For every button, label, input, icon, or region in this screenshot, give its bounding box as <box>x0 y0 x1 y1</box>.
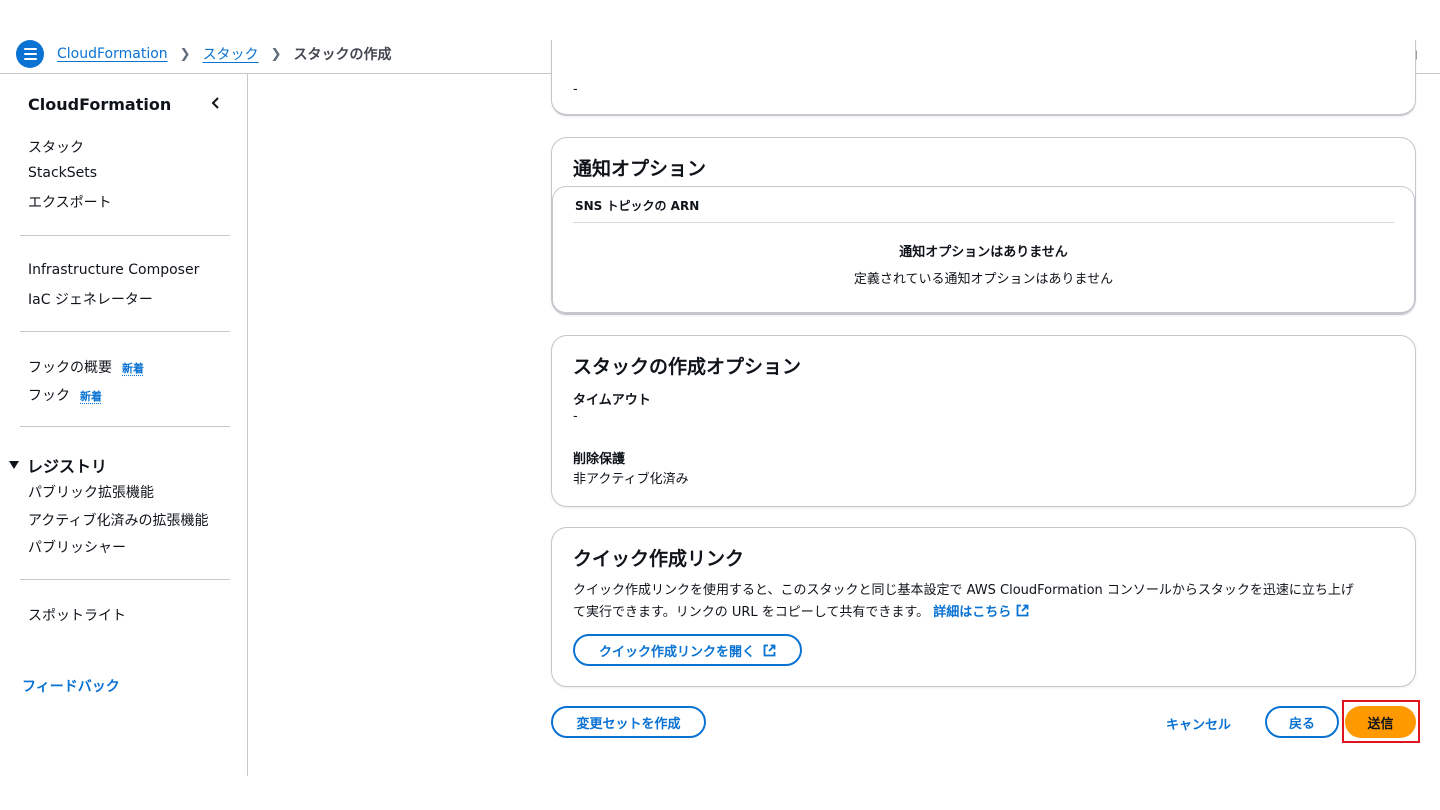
cancel-button[interactable]: キャンセル <box>1166 714 1231 733</box>
section-title: 通知オプション <box>573 158 707 180</box>
menu-icon[interactable] <box>16 40 44 68</box>
empty-state-title: 通知オプションはありません <box>899 245 1068 260</box>
sidebar-item-spotlight[interactable]: スポットライト <box>28 605 126 625</box>
breadcrumb-stacks[interactable]: スタック <box>203 44 259 64</box>
description-line: て実行できます。リンクの URL をコピーして共有できます。 詳細はこちら <box>573 602 1398 624</box>
field-label: 削除保護 <box>573 452 626 467</box>
sidebar-item-activated-extensions[interactable]: アクティブ化済みの拡張機能 <box>28 510 208 530</box>
divider <box>20 331 230 332</box>
divider <box>573 222 1394 223</box>
sidebar-title[interactable]: CloudFormation <box>28 95 171 114</box>
section-title: スタックの作成オプション <box>573 356 802 378</box>
sidebar-item-hooks-overview[interactable]: フックの概要 新着 <box>28 357 144 377</box>
section-title: クイック作成リンク <box>573 548 745 570</box>
side-navigation: CloudFormation スタック StackSets エクスポート Inf… <box>0 74 248 776</box>
create-change-set-button[interactable]: 変更セットを作成 <box>551 706 706 738</box>
sidebar-item-label: フックの概要 <box>28 360 112 376</box>
chevron-right-icon: ❯ <box>270 46 282 62</box>
quick-create-link-card: クイック作成リンク クイック作成リンクを使用すると、このスタックと同じ基本設定で… <box>551 527 1416 687</box>
external-link-icon <box>1016 604 1029 617</box>
feedback-link[interactable]: フィードバック <box>22 676 120 696</box>
learn-more-link[interactable]: 詳細はこちら <box>933 604 1029 620</box>
field-value: - <box>573 82 578 97</box>
sidebar-item-public-extensions[interactable]: パブリック拡張機能 <box>28 482 154 502</box>
description-text: て実行できます。リンクの URL をコピーして共有できます。 <box>573 605 930 620</box>
sns-topic-table: SNS トピックの ARN 通知オプションはありません 定義されている通知オプシ… <box>552 186 1415 314</box>
divider <box>20 579 230 580</box>
sidebar-item-hooks[interactable]: フック 新着 <box>28 385 102 405</box>
sidebar-item-publisher[interactable]: パブリッシャー <box>28 537 126 557</box>
highlight-box <box>1342 700 1420 743</box>
sidebar-item-label: フック <box>28 388 70 404</box>
chevron-right-icon: ❯ <box>179 46 191 62</box>
learn-more-label: 詳細はこちら <box>933 605 1012 620</box>
back-button[interactable]: 戻る <box>1265 706 1339 738</box>
divider <box>20 235 230 236</box>
sidebar-item-stacks[interactable]: スタック <box>28 137 84 157</box>
field-value: 非アクティブ化済み <box>573 472 689 487</box>
sidebar-item-stacksets[interactable]: StackSets <box>28 165 97 181</box>
new-badge: 新着 <box>80 390 102 403</box>
open-quick-create-link-button[interactable]: クイック作成リンクを開く <box>573 634 802 666</box>
empty-state-description: 定義されている通知オプションはありません <box>853 272 1114 287</box>
sidebar-group-registry[interactable]: レジストリ <box>9 453 107 477</box>
field-value: - <box>573 409 578 424</box>
previous-section-card: - <box>551 40 1416 116</box>
new-badge: 新着 <box>122 362 144 375</box>
section-description: クイック作成リンクを使用すると、このスタックと同じ基本設定で AWS Cloud… <box>573 580 1398 624</box>
sidebar-item-exports[interactable]: エクスポート <box>28 192 112 212</box>
external-link-icon <box>763 644 776 656</box>
sidebar-group-label: レジストリ <box>27 457 108 476</box>
divider <box>20 426 230 427</box>
breadcrumb-cloudformation[interactable]: CloudFormation <box>57 46 168 62</box>
notification-options-card: 通知オプション SNS トピックの ARN 通知オプションはありません 定義され… <box>551 137 1416 315</box>
sidebar-item-iac-generator[interactable]: IaC ジェネレーター <box>28 289 153 309</box>
chevron-left-icon[interactable] <box>209 96 223 110</box>
stack-creation-options-card: スタックの作成オプション タイムアウト - 削除保護 非アクティブ化済み <box>551 335 1416 507</box>
field-label: タイムアウト <box>573 393 651 408</box>
description-line: クイック作成リンクを使用すると、このスタックと同じ基本設定で AWS Cloud… <box>573 583 1354 598</box>
breadcrumb: CloudFormation ❯ スタック ❯ スタックの作成 <box>57 44 391 64</box>
breadcrumb-current: スタックの作成 <box>293 47 392 63</box>
sidebar-item-infrastructure-composer[interactable]: Infrastructure Composer <box>28 262 199 278</box>
button-label: クイック作成リンクを開く <box>598 644 755 660</box>
column-header: SNS トピックの ARN <box>575 199 700 213</box>
caret-down-icon <box>9 461 19 469</box>
